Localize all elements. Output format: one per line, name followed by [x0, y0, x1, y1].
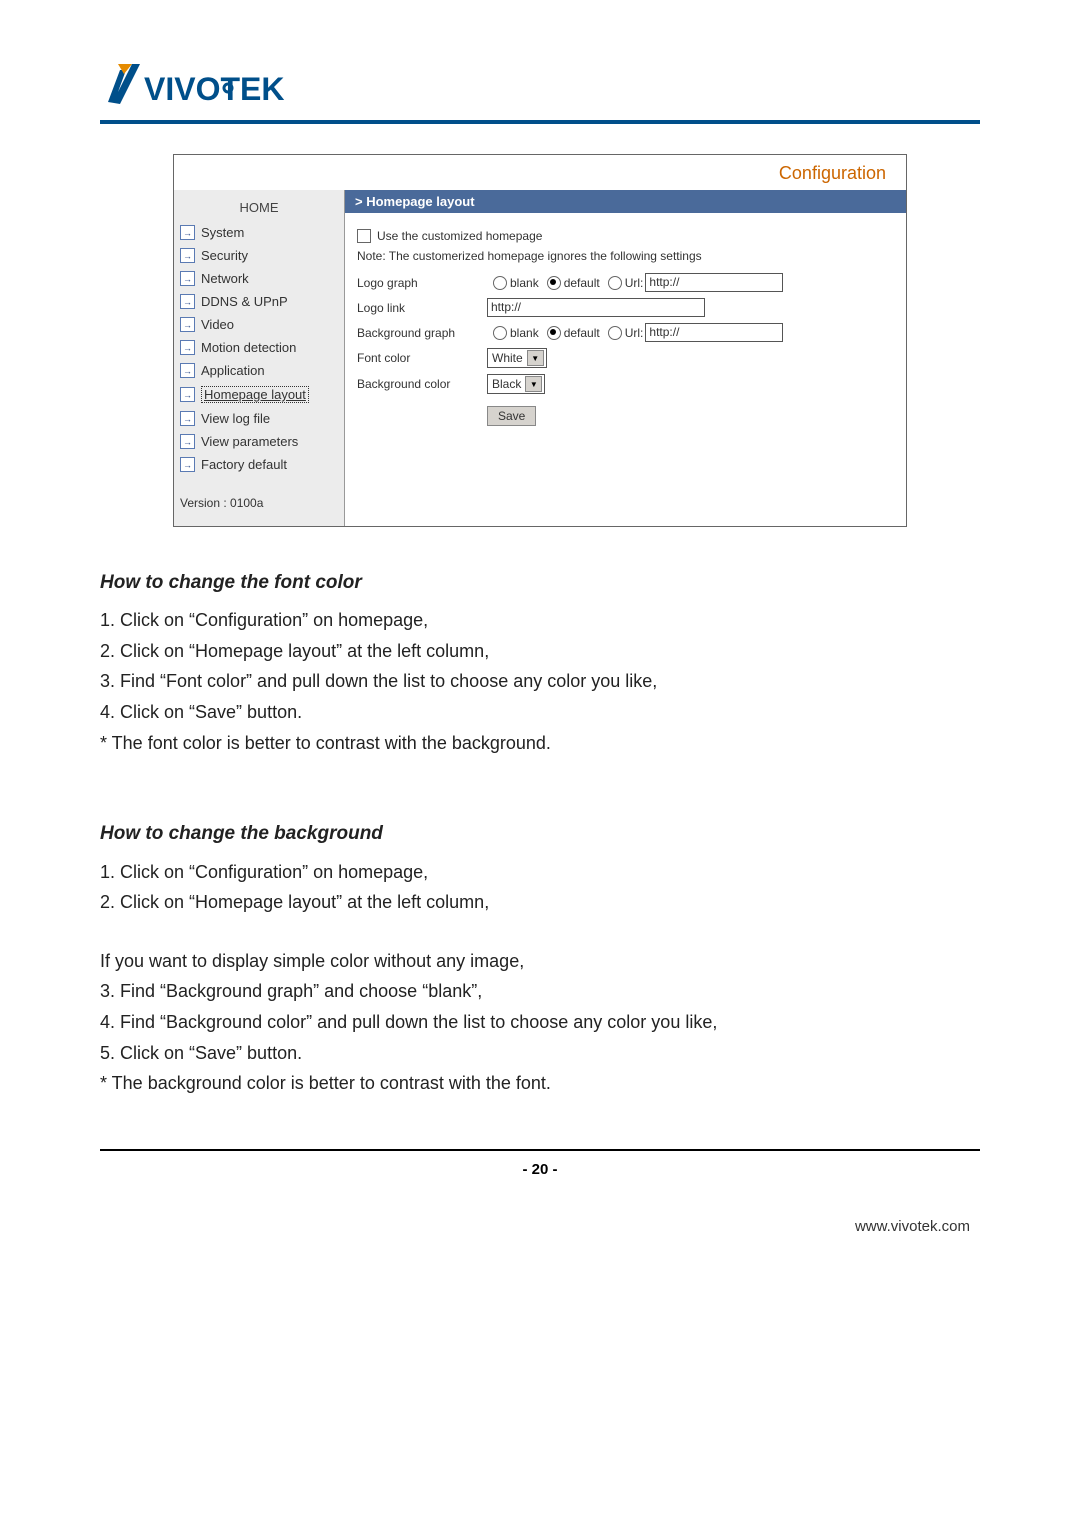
sidebar-item-security[interactable]: → Security [174, 244, 344, 267]
arrow-icon: → [180, 317, 195, 332]
doc-line: * The background color is better to cont… [100, 1068, 980, 1099]
note-text: Note: The customerized homepage ignores … [357, 249, 894, 263]
doc-line: * The font color is better to contrast w… [100, 728, 980, 759]
sidebar-item-label: Motion detection [201, 340, 296, 355]
sidebar-item-factory-default[interactable]: → Factory default [174, 453, 344, 476]
sidebar-item-application[interactable]: → Application [174, 359, 344, 382]
sidebar-item-label: Application [201, 363, 265, 378]
use-custom-checkbox[interactable] [357, 229, 371, 243]
logo-graph-radio-url[interactable] [608, 276, 622, 290]
svg-text:VIVOTEK: VIVOTEK [144, 71, 284, 107]
sidebar-item-label: Factory default [201, 457, 287, 472]
doc-line: 3. Find “Background graph” and choose “b… [100, 976, 980, 1007]
chevron-down-icon: ▼ [525, 376, 542, 392]
logo-link-input[interactable]: http:// [487, 298, 705, 317]
font-color-label: Font color [357, 351, 487, 365]
radio-label: blank [510, 326, 539, 340]
doc-line: 5. Click on “Save” button. [100, 1038, 980, 1069]
arrow-icon: → [180, 248, 195, 263]
sidebar-item-video[interactable]: → Video [174, 313, 344, 336]
save-button[interactable]: Save [487, 406, 536, 426]
bg-graph-label: Background graph [357, 326, 487, 340]
section-title-font-color: How to change the font color [100, 567, 980, 599]
page-number: - 20 - [100, 1161, 980, 1178]
radio-label: default [564, 276, 600, 290]
logo-graph-row: Logo graph blank default Url: http:// [357, 273, 894, 292]
radio-label: blank [510, 276, 539, 290]
use-custom-label: Use the customized homepage [377, 229, 542, 243]
sidebar-item-homepage-layout[interactable]: → Homepage layout [174, 382, 344, 407]
doc-line: 1. Click on “Configuration” on homepage, [100, 605, 980, 636]
doc-line: 3. Find “Font color” and pull down the l… [100, 666, 980, 697]
doc-line: 2. Click on “Homepage layout” at the lef… [100, 636, 980, 667]
use-custom-row: Use the customized homepage [357, 229, 894, 243]
panel-header: > Homepage layout [345, 190, 906, 213]
footer-url: www.vivotek.com [100, 1218, 980, 1235]
bg-graph-radio-blank[interactable] [493, 326, 507, 340]
radio-label: default [564, 326, 600, 340]
sidebar-item-network[interactable]: → Network [174, 267, 344, 290]
sidebar-item-view-log-file[interactable]: → View log file [174, 407, 344, 430]
bg-graph-url-input[interactable]: http:// [645, 323, 783, 342]
arrow-icon: → [180, 411, 195, 426]
arrow-icon: → [180, 225, 195, 240]
arrow-icon: → [180, 434, 195, 449]
bg-graph-radio-url[interactable] [608, 326, 622, 340]
version-text: Version : 0100a [174, 476, 344, 526]
logo-graph-url-input[interactable]: http:// [645, 273, 783, 292]
radio-label: Url: [625, 276, 644, 290]
logo-link-label: Logo link [357, 301, 487, 315]
doc-line: 4. Find “Background color” and pull down… [100, 1007, 980, 1038]
vivotek-logo: VIVOTEK [100, 60, 980, 110]
sidebar-item-label: View parameters [201, 434, 298, 449]
logo-graph-radio-blank[interactable] [493, 276, 507, 290]
sidebar-item-label: View log file [201, 411, 270, 426]
sidebar-item-motion-detection[interactable]: → Motion detection [174, 336, 344, 359]
sidebar-item-view-parameters[interactable]: → View parameters [174, 430, 344, 453]
sidebar-item-label: Network [201, 271, 249, 286]
font-color-select[interactable]: White ▼ [487, 348, 547, 368]
chevron-down-icon: ▼ [527, 350, 544, 366]
logo-link-row: Logo link http:// [357, 298, 894, 317]
footer-divider [100, 1149, 980, 1151]
font-color-row: Font color White ▼ [357, 348, 894, 368]
select-value: White [492, 351, 523, 365]
bg-color-select[interactable]: Black ▼ [487, 374, 545, 394]
doc-line: 4. Click on “Save” button. [100, 697, 980, 728]
config-screenshot: Configuration HOME → System → Security →… [173, 154, 907, 527]
select-value: Black [492, 377, 521, 391]
logo-graph-label: Logo graph [357, 276, 487, 290]
arrow-icon: → [180, 294, 195, 309]
sidebar-item-label: Homepage layout [201, 386, 309, 403]
section-title-background: How to change the background [100, 818, 980, 850]
header-divider [100, 120, 980, 124]
doc-line: If you want to display simple color with… [100, 946, 980, 977]
radio-label: Url: [625, 326, 644, 340]
config-title: Configuration [174, 155, 906, 190]
logo-graph-radio-default[interactable] [547, 276, 561, 290]
sidebar-item-label: System [201, 225, 244, 240]
bg-color-label: Background color [357, 377, 487, 391]
sidebar-item-label: DDNS & UPnP [201, 294, 288, 309]
doc-line: 2. Click on “Homepage layout” at the lef… [100, 887, 980, 918]
arrow-icon: → [180, 363, 195, 378]
sidebar: HOME → System → Security → Network → DDN… [174, 190, 345, 526]
arrow-icon: → [180, 387, 195, 402]
sidebar-item-label: Video [201, 317, 234, 332]
sidebar-item-ddns-upnp[interactable]: → DDNS & UPnP [174, 290, 344, 313]
sidebar-item-label: Security [201, 248, 248, 263]
doc-line: 1. Click on “Configuration” on homepage, [100, 857, 980, 888]
document-body: How to change the font color 1. Click on… [100, 567, 980, 1099]
bg-color-row: Background color Black ▼ [357, 374, 894, 394]
arrow-icon: → [180, 457, 195, 472]
sidebar-item-system[interactable]: → System [174, 221, 344, 244]
main-panel: > Homepage layout Use the customized hom… [345, 190, 906, 526]
bg-graph-row: Background graph blank default Url: http… [357, 323, 894, 342]
sidebar-home[interactable]: HOME [174, 190, 344, 221]
arrow-icon: → [180, 271, 195, 286]
arrow-icon: → [180, 340, 195, 355]
bg-graph-radio-default[interactable] [547, 326, 561, 340]
